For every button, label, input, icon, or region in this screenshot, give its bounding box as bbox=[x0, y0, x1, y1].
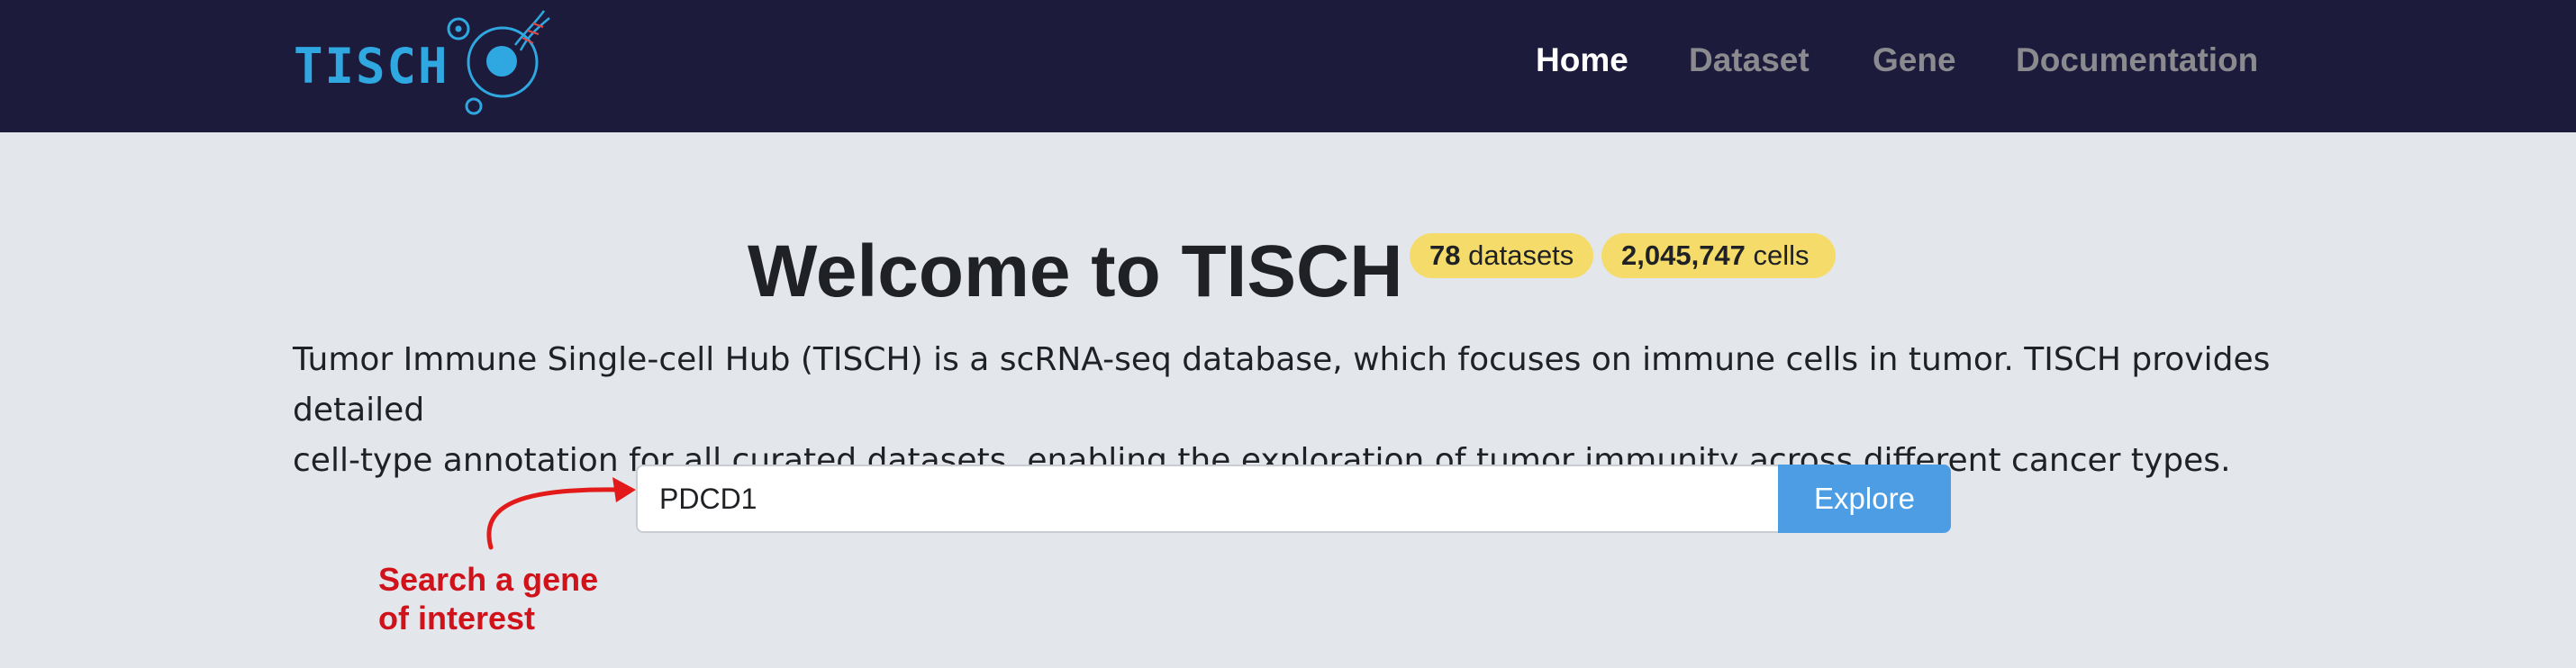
cells-unit: cells bbox=[1753, 239, 1810, 271]
search-hint-annotation: Search a gene of interest bbox=[378, 560, 667, 637]
datasets-unit: datasets bbox=[1468, 239, 1574, 271]
hint-line-2: of interest bbox=[378, 600, 536, 636]
intro-description: Tumor Immune Single-cell Hub (TISCH) is … bbox=[293, 335, 2355, 486]
gene-search-input[interactable] bbox=[636, 465, 1780, 533]
cells-count-badge: 2,045,747 cells bbox=[1601, 233, 1836, 278]
nav-documentation[interactable]: Documentation bbox=[2016, 38, 2258, 83]
top-navbar: TISCH Home Dataset Gene Documentation bbox=[0, 0, 2576, 132]
gene-search-group: Explore bbox=[636, 465, 1951, 533]
datasets-count-badge: 78 datasets bbox=[1410, 233, 1593, 278]
cells-count: 2,045,747 bbox=[1621, 239, 1746, 271]
intro-line-1: Tumor Immune Single-cell Hub (TISCH) is … bbox=[293, 341, 2271, 429]
explore-button[interactable]: Explore bbox=[1778, 465, 1951, 533]
datasets-count: 78 bbox=[1429, 239, 1461, 271]
tisch-logo[interactable]: TISCH bbox=[290, 5, 551, 117]
logo-wordmark: TISCH bbox=[294, 38, 449, 95]
nav-dataset[interactable]: Dataset bbox=[1689, 38, 1810, 83]
hint-arrow-icon bbox=[486, 477, 636, 550]
nav-home[interactable]: Home bbox=[1536, 38, 1628, 83]
hint-line-1: Search a gene bbox=[378, 561, 599, 598]
nav-gene[interactable]: Gene bbox=[1873, 38, 1956, 83]
page-title: Welcome to TISCH bbox=[748, 230, 1403, 312]
